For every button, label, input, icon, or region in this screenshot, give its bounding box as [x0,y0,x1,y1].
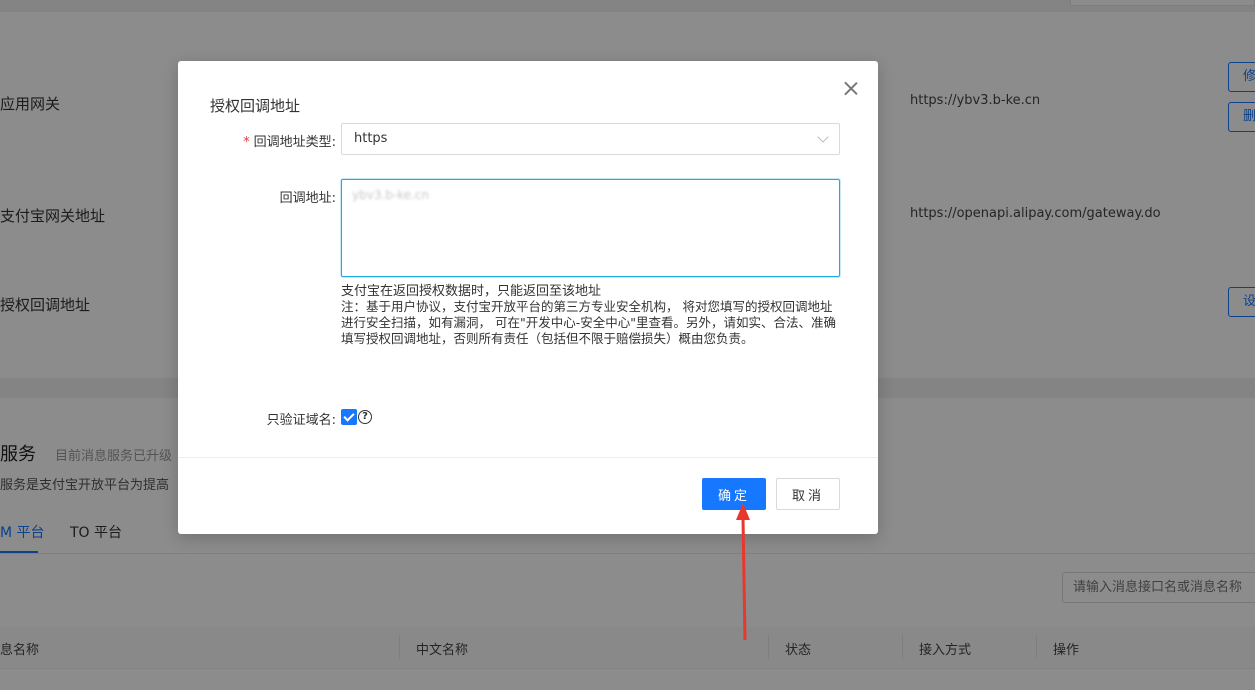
arrow-head-icon [736,503,750,520]
arrow-shaft [741,517,747,641]
annotation-arrow [736,503,750,641]
